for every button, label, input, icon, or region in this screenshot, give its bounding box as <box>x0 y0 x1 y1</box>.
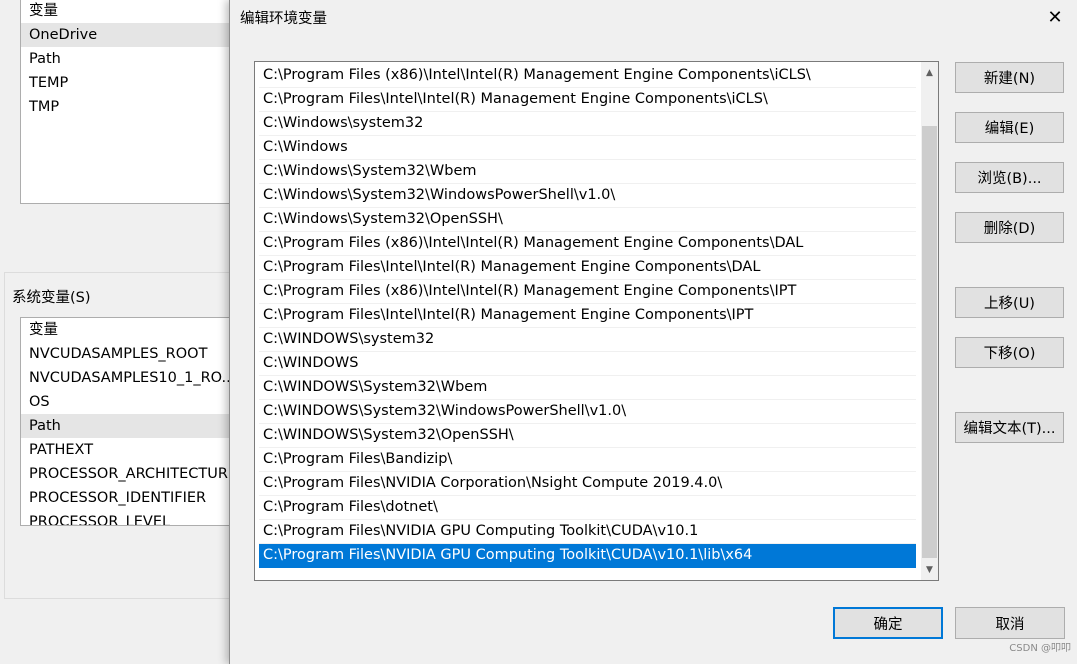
system-var-row[interactable]: OS <box>21 390 261 414</box>
delete-button[interactable]: 删除(D) <box>955 212 1064 243</box>
path-row[interactable]: C:\Program Files\NVIDIA GPU Computing To… <box>259 544 916 568</box>
path-row[interactable]: C:\Program Files (x86)\Intel\Intel(R) Ma… <box>259 280 916 304</box>
path-row[interactable]: C:\WINDOWS\System32\Wbem <box>259 376 916 400</box>
path-row[interactable]: C:\WINDOWS\system32 <box>259 328 916 352</box>
path-row[interactable]: C:\WINDOWS\System32\WindowsPowerShell\v1… <box>259 400 916 424</box>
path-row[interactable]: C:\Windows\System32\Wbem <box>259 160 916 184</box>
browse-button[interactable]: 浏览(B)... <box>955 162 1064 193</box>
move-down-button[interactable]: 下移(O) <box>955 337 1064 368</box>
user-var-row[interactable]: TEMP <box>21 71 261 95</box>
system-var-row[interactable]: PATHEXT <box>21 438 261 462</box>
cancel-button[interactable]: 取消 <box>955 607 1065 639</box>
scroll-up-arrow-icon[interactable]: ▲ <box>921 64 938 81</box>
user-var-row[interactable]: OneDrive <box>21 23 261 47</box>
environment-variables-window: 变量 OneDrive Path TEMP TMP 系统变量(S) 变量 NVCUDA… <box>0 0 262 664</box>
path-row[interactable]: C:\Program Files (x86)\Intel\Intel(R) Ma… <box>259 64 916 88</box>
system-var-row[interactable]: PROCESSOR_IDENTIFIER <box>21 486 261 510</box>
path-row[interactable]: C:\Program Files\NVIDIA Corporation\Nsig… <box>259 472 916 496</box>
path-row[interactable]: C:\Program Files\dotnet\ <box>259 496 916 520</box>
path-row[interactable]: C:\Windows <box>259 136 916 160</box>
close-icon[interactable]: ✕ <box>1032 0 1077 34</box>
watermark: CSDN @叩叩 <box>1009 643 1071 654</box>
system-var-row[interactable]: NVCUDASAMPLES_ROOT <box>21 342 261 366</box>
path-row[interactable]: C:\Windows\System32\OpenSSH\ <box>259 208 916 232</box>
path-list[interactable]: C:\Program Files (x86)\Intel\Intel(R) Ma… <box>254 61 939 581</box>
path-row[interactable]: C:\Program Files\Intel\Intel(R) Manageme… <box>259 88 916 112</box>
system-vars-header: 变量 <box>29 322 58 338</box>
scroll-thumb[interactable] <box>922 126 937 558</box>
new-button[interactable]: 新建(N) <box>955 62 1064 93</box>
system-variables-list[interactable]: 变量 NVCUDASAMPLES_ROOT NVCUDASAMPLES10_1_R… <box>20 317 262 526</box>
user-var-row[interactable]: Path <box>21 47 261 71</box>
user-var-row[interactable]: TMP <box>21 95 261 119</box>
dialog-title: 编辑环境变量 <box>240 11 327 27</box>
path-row[interactable]: C:\WINDOWS\System32\OpenSSH\ <box>259 424 916 448</box>
path-row[interactable]: C:\Windows\System32\WindowsPowerShell\v1… <box>259 184 916 208</box>
user-variables-list[interactable]: 变量 OneDrive Path TEMP TMP <box>20 0 262 204</box>
move-up-button[interactable]: 上移(U) <box>955 287 1064 318</box>
path-row[interactable]: C:\Program Files (x86)\Intel\Intel(R) Ma… <box>259 232 916 256</box>
edit-env-var-dialog: 编辑环境变量 ✕ C:\Program Files (x86)\Intel\In… <box>229 0 1077 664</box>
edit-button[interactable]: 编辑(E) <box>955 112 1064 143</box>
ok-button[interactable]: 确定 <box>833 607 943 639</box>
path-row[interactable]: C:\WINDOWS <box>259 352 916 376</box>
scroll-down-arrow-icon[interactable]: ▼ <box>921 561 938 578</box>
path-row[interactable]: C:\Program Files\NVIDIA GPU Computing To… <box>259 520 916 544</box>
scrollbar[interactable]: ▲ ▼ <box>921 62 938 580</box>
system-var-row[interactable]: NVCUDASAMPLES10_1_RO... <box>21 366 261 390</box>
edit-text-button[interactable]: 编辑文本(T)... <box>955 412 1064 443</box>
system-var-row[interactable]: Path <box>21 414 261 438</box>
system-var-row[interactable]: PROCESSOR_ARCHITECTUR <box>21 462 261 486</box>
path-row[interactable]: C:\Program Files\Bandizip\ <box>259 448 916 472</box>
path-row[interactable]: C:\Program Files\Intel\Intel(R) Manageme… <box>259 256 916 280</box>
system-vars-label: 系统变量(S) <box>12 286 93 307</box>
user-vars-header: 变量 <box>29 3 58 19</box>
path-row[interactable]: C:\Windows\system32 <box>259 112 916 136</box>
path-row[interactable]: C:\Program Files\Intel\Intel(R) Manageme… <box>259 304 916 328</box>
system-var-row[interactable]: PROCESSOR_LEVEL <box>21 510 261 525</box>
